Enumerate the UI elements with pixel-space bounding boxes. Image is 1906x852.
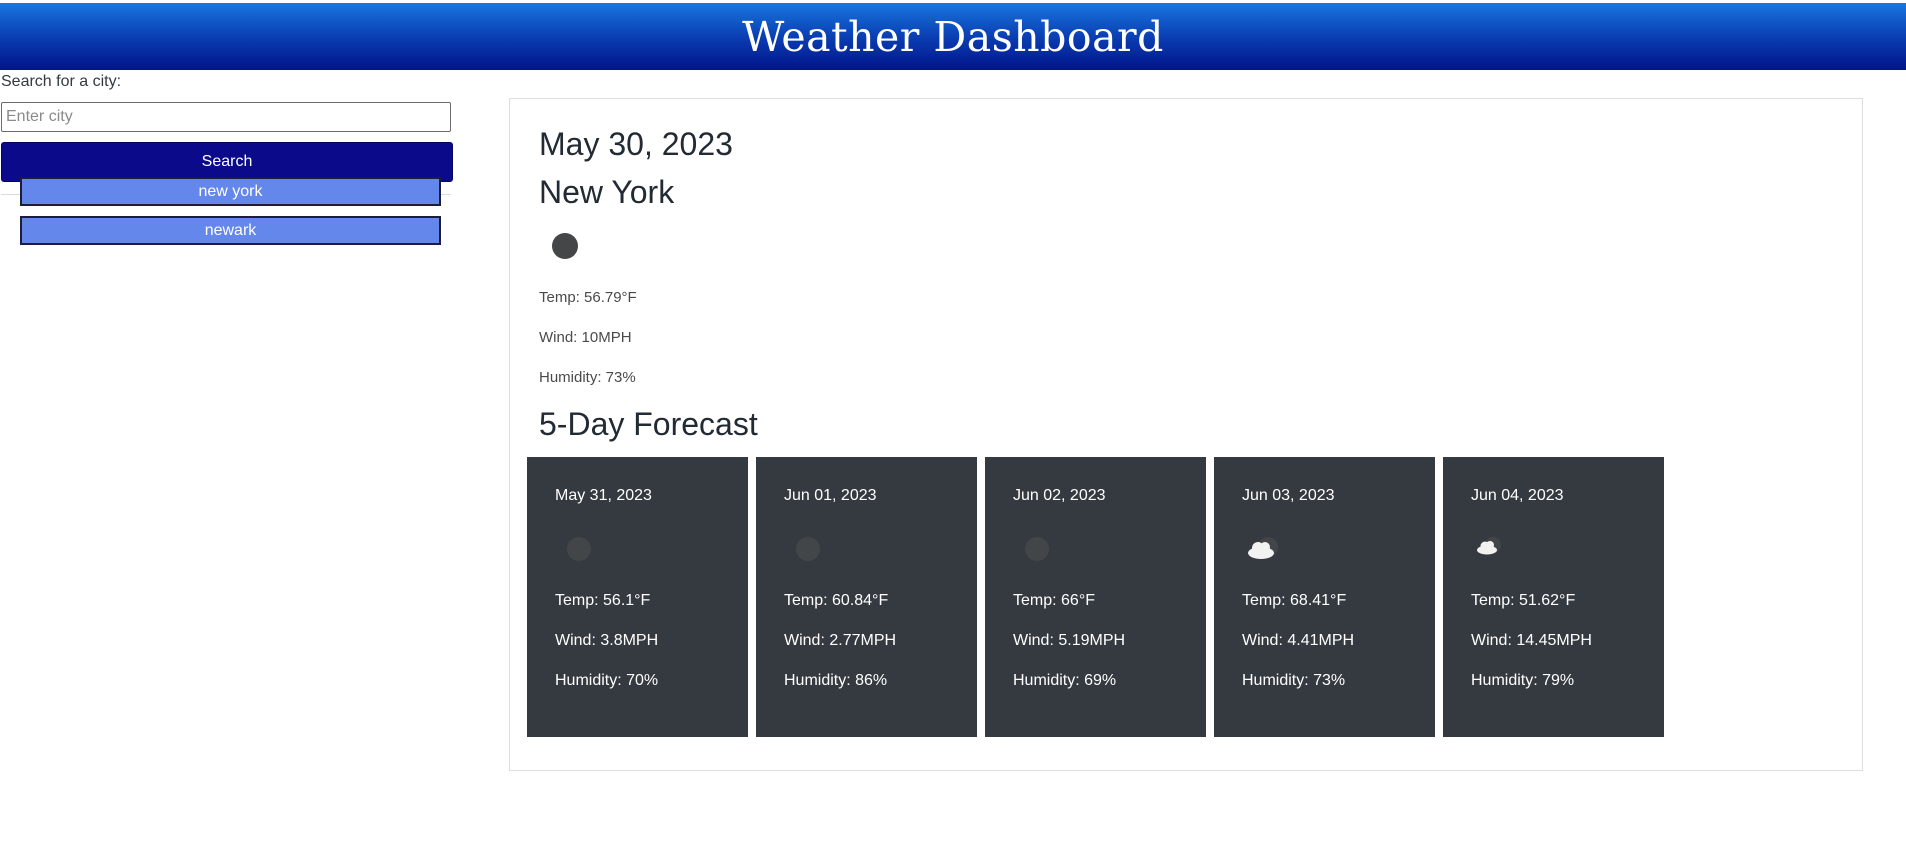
- forecast-humidity: Humidity: 73%: [1242, 672, 1346, 689]
- cloud-moon-icon: [1248, 537, 1278, 559]
- forecast-wind: Wind: 3.8MPH: [555, 632, 659, 649]
- moon-icon: [1025, 537, 1049, 561]
- history-button-newark[interactable]: newark: [20, 216, 441, 245]
- forecast-date: Jun 04, 2023: [1471, 487, 1564, 504]
- forecast-date: Jun 02, 2023: [1013, 487, 1106, 504]
- moon-icon: [552, 233, 578, 259]
- forecast-humidity: Humidity: 69%: [1013, 672, 1117, 689]
- cloud-moon-icon: [1477, 537, 1501, 555]
- forecast-card: May 31, 2023 Temp: 56.1°F Wind: 3.8MPH H…: [527, 457, 748, 737]
- moon-icon: [796, 537, 820, 561]
- forecast-card: Jun 04, 2023 Temp: 51.62°F Wind: 14.45MP…: [1443, 457, 1664, 737]
- page-header: Weather Dashboard: [0, 3, 1906, 70]
- search-label: Search for a city:: [1, 73, 122, 90]
- forecast-wind: Wind: 2.77MPH: [784, 632, 897, 649]
- forecast-wind: Wind: 5.19MPH: [1013, 632, 1126, 649]
- forecast-card: Jun 03, 2023 Temp: 68.41°F Wind: 4.41MPH…: [1214, 457, 1435, 737]
- current-wind: Wind: 10MPH: [539, 329, 632, 346]
- forecast-wind: Wind: 14.45MPH: [1471, 632, 1592, 649]
- search-button[interactable]: Search: [1, 142, 453, 182]
- current-city: New York: [539, 174, 675, 210]
- forecast-date: Jun 03, 2023: [1242, 487, 1335, 504]
- forecast-date: Jun 01, 2023: [784, 487, 877, 504]
- moon-icon: [567, 537, 591, 561]
- forecast-humidity: Humidity: 79%: [1471, 672, 1575, 689]
- history-button-new-york[interactable]: new york: [20, 177, 441, 206]
- current-humidity: Humidity: 73%: [539, 369, 636, 386]
- forecast-card: Jun 01, 2023 Temp: 60.84°F Wind: 2.77MPH…: [756, 457, 977, 737]
- weather-panel: May 30, 2023 New York Temp: 56.79°F Wind…: [509, 98, 1863, 771]
- search-input[interactable]: [1, 102, 451, 132]
- forecast-temp: Temp: 66°F: [1013, 592, 1095, 609]
- forecast-humidity: Humidity: 70%: [555, 672, 659, 689]
- forecast-wind: Wind: 4.41MPH: [1242, 632, 1355, 649]
- forecast-temp: Temp: 60.84°F: [784, 592, 889, 609]
- current-temp: Temp: 56.79°F: [539, 289, 637, 306]
- forecast-humidity: Humidity: 86%: [784, 672, 888, 689]
- forecast-title: 5-Day Forecast: [539, 406, 758, 442]
- forecast-temp: Temp: 68.41°F: [1242, 592, 1347, 609]
- forecast-date: May 31, 2023: [555, 487, 652, 504]
- page-title: Weather Dashboard: [742, 12, 1164, 61]
- forecast-card: Jun 02, 2023 Temp: 66°F Wind: 5.19MPH Hu…: [985, 457, 1206, 737]
- forecast-temp: Temp: 51.62°F: [1471, 592, 1576, 609]
- current-date: May 30, 2023: [539, 126, 733, 162]
- forecast-temp: Temp: 56.1°F: [555, 592, 651, 609]
